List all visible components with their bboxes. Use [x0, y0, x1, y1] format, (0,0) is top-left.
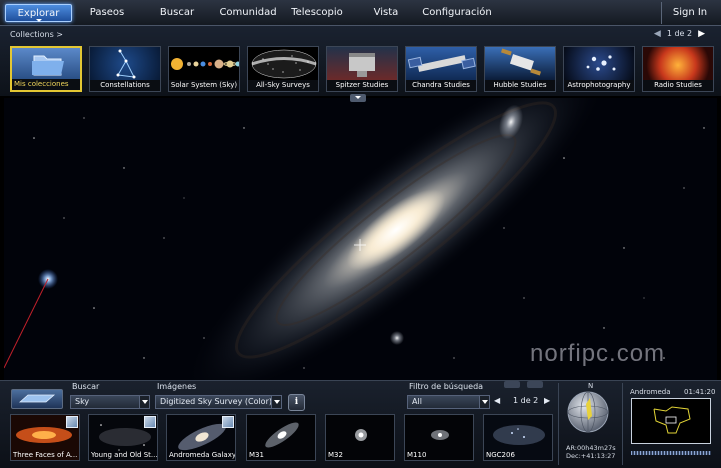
right-ascension: AR:00h43m27s	[566, 444, 616, 452]
collection-label: All-Sky Surveys	[256, 81, 310, 89]
filtro-value: All	[412, 397, 422, 406]
result-label: M31	[249, 451, 264, 459]
imagenes-dropdown[interactable]: Digitized Sky Survey (Color) *	[155, 395, 282, 409]
collection-label: Astrophotography	[567, 81, 631, 89]
sign-in-button[interactable]: Sign In	[664, 4, 716, 22]
result-andromeda-galaxy[interactable]: Andromeda Galaxy	[166, 414, 236, 461]
buscar-value: Sky	[75, 397, 90, 406]
result-ngc206[interactable]: NGC206	[483, 414, 553, 461]
time-scrubber[interactable]	[631, 451, 711, 455]
menu-divider	[661, 2, 662, 24]
chevron-down-icon	[139, 396, 149, 408]
collections-breadcrumb[interactable]: Collections >	[10, 30, 63, 39]
hubble-thumbnail	[485, 47, 555, 80]
info-button[interactable]: i	[288, 394, 305, 411]
menu-buscar[interactable]: Buscar	[150, 4, 204, 22]
collection-all-sky-surveys[interactable]: All-Sky Surveys	[247, 46, 319, 92]
watermark-text: norfipc.com	[530, 340, 666, 367]
result-label: M110	[407, 451, 427, 459]
radio-thumbnail	[643, 47, 713, 80]
declination: Dec:+41:13:27	[566, 452, 616, 460]
image-badge-icon	[222, 416, 234, 428]
collection-label: Hubble Studies	[493, 81, 547, 89]
constellation-name: Andromeda	[630, 388, 671, 396]
prev-page-icon[interactable]: ◀	[494, 396, 500, 405]
scroll-down-button[interactable]	[527, 381, 543, 388]
coordinates-readout: AR:00h43m27s Dec:+41:13:27	[566, 444, 616, 460]
collection-solar-system[interactable]: Solar System (Sky)	[168, 46, 240, 92]
collection-label: Spitzer Studies	[335, 81, 389, 89]
pleiades-thumbnail	[564, 47, 634, 80]
chandra-thumbnail	[406, 47, 476, 80]
imagenes-label: Imágenes	[157, 382, 197, 391]
collection-hubble-studies[interactable]: Hubble Studies	[484, 46, 556, 92]
folder-icon	[12, 48, 80, 79]
collections-pager: ◀ 1 de 2 ▶	[648, 29, 711, 39]
collections-page-indicator: 1 de 2	[666, 29, 693, 38]
scroll-up-button[interactable]	[504, 381, 520, 388]
menu-telescopio[interactable]: Telescopio	[288, 4, 346, 22]
collections-strip: Collections > ◀ 1 de 2 ▶ Mis colecciones C…	[0, 26, 721, 96]
collection-radio-studies[interactable]: Radio Studies	[642, 46, 714, 92]
image-badge-icon	[66, 416, 78, 428]
collapse-collections-handle[interactable]	[350, 94, 366, 102]
sky-survey-thumbnail	[248, 47, 318, 80]
menu-explorar-label: Explorar	[17, 8, 60, 19]
menu-vista[interactable]: Vista	[362, 4, 410, 22]
andromeda-galaxy-image	[4, 98, 717, 380]
collection-label: Solar System (Sky)	[170, 81, 238, 89]
panel-divider	[622, 383, 623, 465]
chevron-down-icon	[35, 19, 42, 22]
result-three-faces[interactable]: Three Faces of A...	[10, 414, 80, 461]
north-indicator: N	[588, 382, 594, 390]
panel-divider	[558, 383, 559, 465]
top-menu-bar: Explorar Paseos Buscar Comunidad Telesco…	[0, 0, 721, 26]
result-label: Young and Old St...	[91, 451, 158, 459]
image-badge-icon	[144, 416, 156, 428]
imagenes-value: Digitized Sky Survey (Color) *	[160, 397, 279, 406]
planets-thumbnail	[169, 47, 239, 80]
results-page-indicator: 1 de 2	[513, 396, 539, 405]
menu-explorar[interactable]: Explorar	[5, 4, 72, 22]
result-label: M32	[328, 451, 343, 459]
chevron-down-icon	[271, 396, 281, 408]
context-search-icon[interactable]	[11, 389, 63, 409]
menu-comunidad[interactable]: Comunidad	[218, 4, 278, 22]
menu-configuracion[interactable]: Configuración	[420, 4, 494, 22]
result-young-old-stars[interactable]: Young and Old St...	[88, 414, 158, 461]
collection-constellations[interactable]: Constellations	[89, 46, 161, 92]
collection-chandra-studies[interactable]: Chandra Studies	[405, 46, 477, 92]
menu-paseos[interactable]: Paseos	[80, 4, 134, 22]
collection-spitzer-studies[interactable]: Spitzer Studies	[326, 46, 398, 92]
info-icon: i	[294, 397, 299, 407]
collection-label: Constellations	[100, 81, 150, 89]
globe-icon[interactable]	[566, 390, 610, 434]
constellation-minimap[interactable]	[631, 398, 711, 444]
clock-time: 01:41:20	[684, 388, 716, 396]
result-m32[interactable]: M32	[325, 414, 395, 461]
collection-label: Radio Studies	[654, 81, 702, 89]
sky-viewport[interactable]	[4, 98, 717, 380]
result-label: NGC206	[486, 451, 515, 459]
constellation-thumbnail	[90, 47, 160, 80]
collection-astrophotography[interactable]: Astrophotography	[563, 46, 635, 92]
spitzer-thumbnail	[327, 47, 397, 80]
result-label: Three Faces of A...	[13, 451, 78, 459]
result-m31[interactable]: M31	[246, 414, 316, 461]
collection-label: Chandra Studies	[412, 81, 470, 89]
collection-mis-colecciones[interactable]: Mis colecciones	[10, 46, 82, 92]
filtro-dropdown[interactable]: All	[407, 395, 490, 409]
prev-page-icon[interactable]: ◀	[654, 29, 661, 39]
buscar-label: Buscar	[72, 382, 100, 391]
collection-label: Mis colecciones	[14, 80, 69, 88]
filtro-label: Filtro de búsqueda	[409, 382, 484, 391]
result-m110[interactable]: M110	[404, 414, 474, 461]
chevron-down-icon	[479, 396, 489, 408]
next-page-icon[interactable]: ▶	[698, 29, 705, 39]
next-page-icon[interactable]: ▶	[544, 396, 550, 405]
buscar-dropdown[interactable]: Sky	[70, 395, 150, 409]
result-label: Andromeda Galaxy	[169, 451, 236, 459]
